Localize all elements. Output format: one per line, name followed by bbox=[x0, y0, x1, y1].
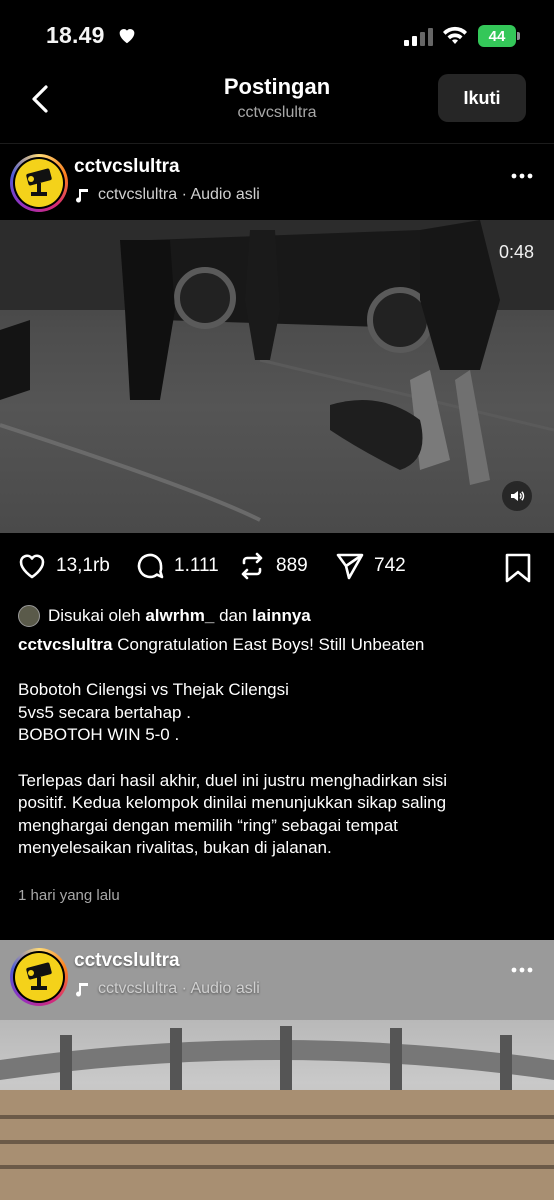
avatar[interactable] bbox=[10, 948, 68, 1006]
back-arrow-icon[interactable] bbox=[26, 84, 54, 114]
next-audio-label: cctvcslultra · Audio asli bbox=[98, 980, 260, 997]
caption-line: Bobotoh Cilengsi vs Thejak Cilengsi bbox=[18, 680, 289, 700]
wifi-icon bbox=[443, 26, 467, 44]
audio-label: cctvcslultra · Audio asli bbox=[98, 186, 260, 203]
bookmark-icon[interactable] bbox=[504, 552, 532, 584]
header-divider bbox=[0, 143, 554, 144]
liked-by-user[interactable]: alwrhm_ bbox=[145, 606, 214, 626]
liked-by-and: dan bbox=[219, 606, 248, 625]
shares-count: 742 bbox=[374, 555, 406, 576]
cctv-camera-icon bbox=[26, 168, 52, 196]
liked-by-prefix: Disukai oleh bbox=[48, 606, 141, 625]
speaker-icon bbox=[511, 491, 525, 501]
battery-level: 44 bbox=[488, 27, 506, 45]
cctv-camera-icon bbox=[26, 962, 52, 990]
liker-avatar bbox=[18, 605, 40, 627]
post-video[interactable]: 0:48 bbox=[0, 220, 554, 533]
caption-line: menghargai dengan memilih “ring” sebagai… bbox=[18, 815, 398, 835]
comments-count: 1.111 bbox=[174, 555, 219, 576]
caption-line bbox=[18, 747, 542, 770]
status-bar: 18.49 44 bbox=[0, 0, 554, 72]
next-post-header: cctvcslultra cctvcslultra · Audio asli bbox=[0, 940, 554, 1014]
comment-action[interactable]: 1.111 bbox=[134, 550, 219, 582]
mute-button[interactable] bbox=[502, 481, 532, 511]
next-post-username[interactable]: cctvcslultra bbox=[74, 950, 180, 972]
post-header: cctvcslultra cctvcslultra · Audio asli bbox=[0, 146, 554, 220]
caption-line: 5vs5 secara bertahap . bbox=[18, 702, 191, 722]
send-icon bbox=[336, 553, 364, 580]
music-note-icon bbox=[76, 983, 88, 997]
likes-count: 13,1rb bbox=[56, 555, 110, 576]
like-action[interactable]: 13,1rb bbox=[16, 550, 110, 582]
cellular-signal-icon bbox=[404, 28, 433, 46]
reposts-count: 889 bbox=[276, 555, 308, 576]
heart-icon bbox=[19, 554, 45, 579]
caption-first-line: cctvcslultra Congratulation East Boys! S… bbox=[18, 634, 542, 657]
avatar[interactable] bbox=[10, 154, 68, 212]
top-header: Postingan cctvcslultra Ikuti bbox=[0, 66, 554, 136]
repost-action[interactable]: 889 bbox=[236, 550, 308, 582]
caption-username[interactable]: cctvcslultra bbox=[18, 635, 113, 654]
post-actions: 13,1rb 1.111 889 742 bbox=[0, 550, 554, 586]
caption-line bbox=[18, 657, 542, 680]
more-options-icon[interactable] bbox=[510, 172, 534, 180]
caption-line: positif. Kedua kelompok dinilai menunjuk… bbox=[18, 793, 447, 813]
caption-line: menyelesaikan rivalitas, bukan di jalana… bbox=[18, 838, 332, 858]
post-caption: cctvcslultra Congratulation East Boys! S… bbox=[18, 634, 542, 860]
share-action[interactable]: 742 bbox=[334, 550, 406, 582]
post-timestamp: 1 hari yang lalu bbox=[18, 887, 120, 904]
status-time: 18.49 bbox=[46, 22, 105, 48]
follow-button[interactable]: Ikuti bbox=[438, 74, 526, 122]
next-audio-link[interactable]: cctvcslultra · Audio asli bbox=[74, 980, 260, 998]
caption-line: Terlepas dari hasil akhir, duel ini just… bbox=[18, 770, 447, 790]
audio-link[interactable]: cctvcslultra · Audio asli bbox=[74, 186, 260, 204]
battery-indicator: 44 bbox=[478, 25, 520, 47]
heart-status-icon bbox=[119, 29, 135, 44]
more-options-icon[interactable] bbox=[510, 966, 534, 974]
video-frame bbox=[0, 220, 554, 522]
post-username[interactable]: cctvcslultra bbox=[74, 156, 180, 178]
video-duration: 0:48 bbox=[498, 242, 534, 262]
comment-icon bbox=[137, 553, 164, 579]
caption-text: Congratulation East Boys! Still Unbeaten bbox=[117, 635, 425, 654]
caption-line: BOBOTOH WIN 5-0 . bbox=[18, 725, 180, 745]
music-note-icon bbox=[76, 189, 88, 203]
liked-by[interactable]: Disukai oleh alwrhm_ dan lainnya bbox=[18, 605, 311, 627]
liked-by-others[interactable]: lainnya bbox=[252, 606, 311, 626]
repost-icon bbox=[241, 552, 263, 580]
